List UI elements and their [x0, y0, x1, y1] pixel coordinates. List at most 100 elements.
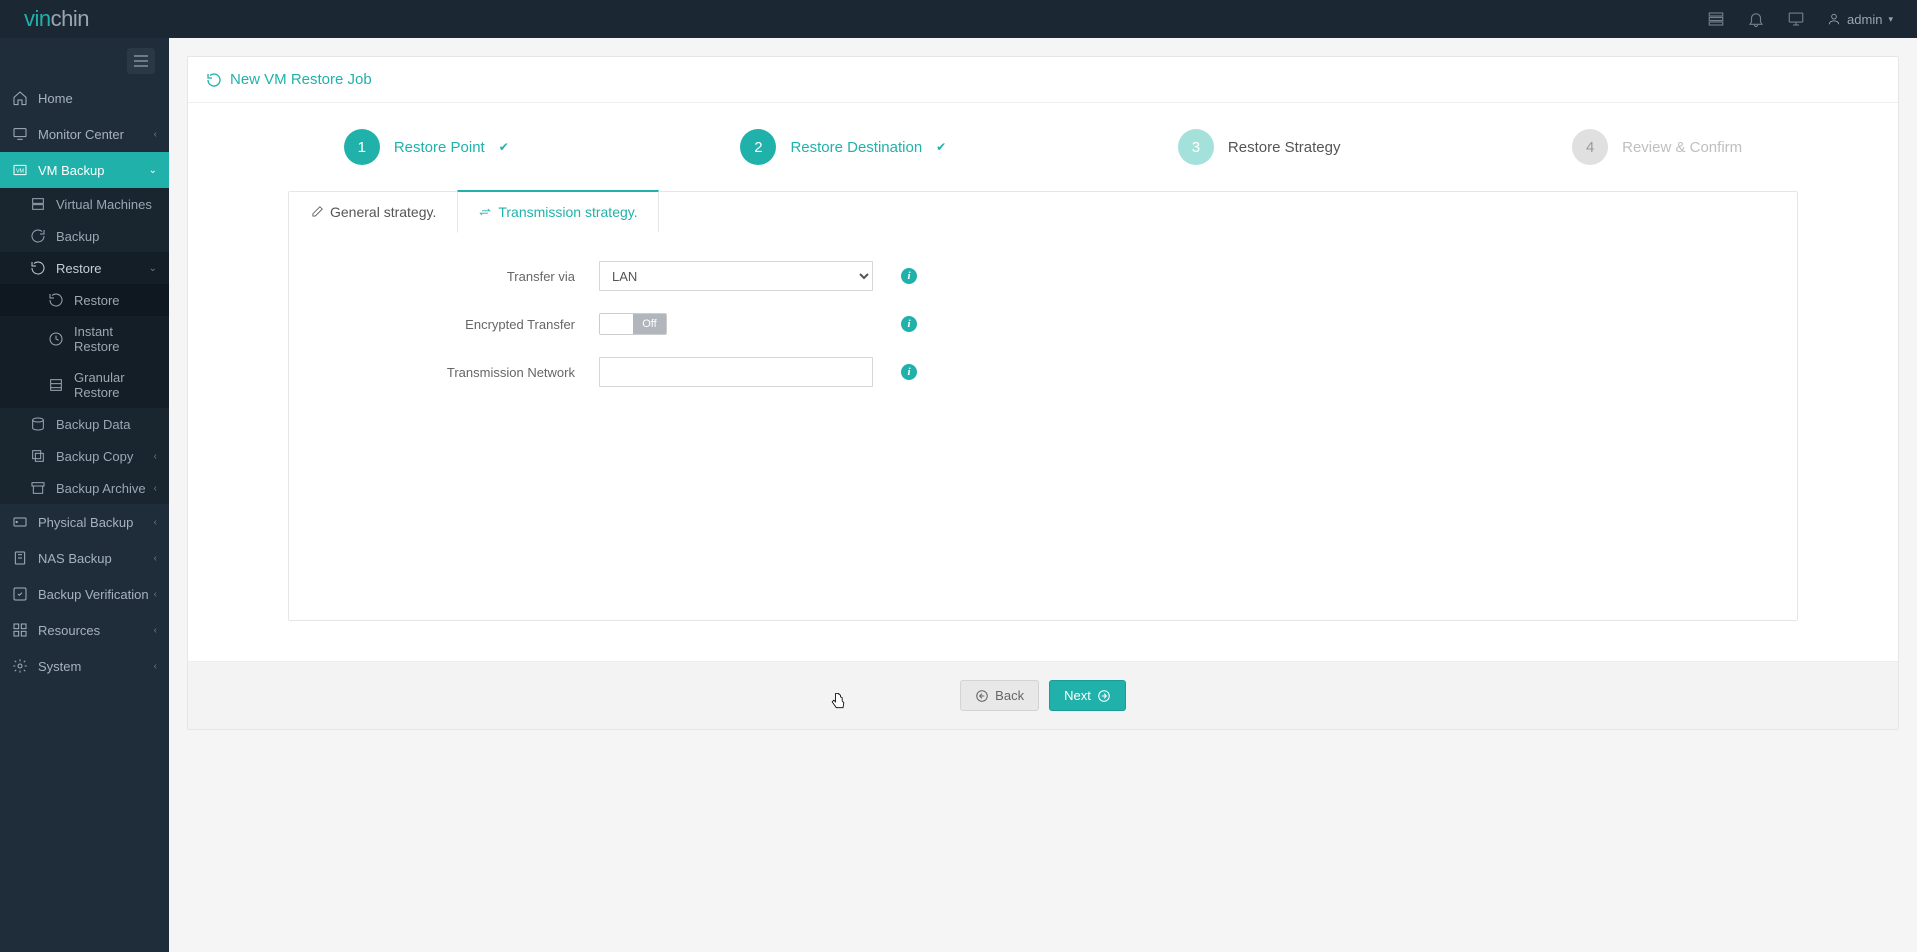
strategy-tabs: General strategy. Transmission strategy. [289, 191, 1797, 235]
input-transmission-network[interactable] [599, 357, 873, 387]
swap-icon [478, 205, 492, 219]
restore-panel: New VM Restore Job 1 Restore Point ✔ 2 R… [187, 56, 1899, 730]
brand-pre: vin [24, 6, 51, 31]
nav-monitor-label: Monitor Center [38, 127, 124, 142]
display-icon[interactable] [1787, 10, 1805, 28]
list-icon[interactable] [1707, 10, 1725, 28]
next-button-label: Next [1064, 688, 1091, 703]
nav-backup-verification[interactable]: Backup Verification ‹ [0, 576, 169, 612]
nav-restore-item[interactable]: Restore [0, 284, 169, 316]
chevron-left-icon: ‹ [154, 661, 157, 672]
step-3-number: 3 [1178, 129, 1214, 165]
nas-icon [12, 550, 28, 566]
top-bar: vinchin admin ▾ [0, 0, 1917, 38]
tab-general-strategy[interactable]: General strategy. [289, 190, 457, 233]
granular-icon [48, 377, 64, 393]
nav-physical-backup[interactable]: Physical Backup ‹ [0, 504, 169, 540]
step-review-confirm[interactable]: 4 Review & Confirm [1572, 129, 1742, 165]
nav-vm-backup[interactable]: VM VM Backup ⌄ [0, 152, 169, 188]
label-transmission-network: Transmission Network [329, 365, 599, 380]
info-icon[interactable]: i [901, 268, 917, 284]
arrow-left-circle-icon [975, 689, 989, 703]
main-area: New VM Restore Job 1 Restore Point ✔ 2 R… [169, 0, 1917, 952]
tab-transmission-strategy[interactable]: Transmission strategy. [457, 190, 658, 233]
step-4-number: 4 [1572, 129, 1608, 165]
chevron-left-icon: ‹ [154, 451, 157, 462]
nav-nas-backup-label: NAS Backup [38, 551, 112, 566]
info-icon[interactable]: i [901, 364, 917, 380]
nav-granular-restore-label: Granular Restore [74, 370, 157, 400]
toggle-encrypted-transfer[interactable]: Off [599, 313, 667, 335]
wizard-steps: 1 Restore Point ✔ 2 Restore Destination … [188, 103, 1898, 191]
user-name: admin [1847, 12, 1882, 27]
data-icon [30, 416, 46, 432]
nav-nas-backup[interactable]: NAS Backup ‹ [0, 540, 169, 576]
sidebar-toggle-button[interactable] [127, 48, 155, 74]
back-button-label: Back [995, 688, 1024, 703]
sidebar: Home Monitor Center ‹ VM VM Backup ⌄ Vir… [0, 38, 169, 952]
nav-backup-archive[interactable]: Backup Archive ‹ [0, 472, 169, 504]
bell-icon[interactable] [1747, 10, 1765, 28]
tab-general-label: General strategy. [330, 204, 436, 220]
step-1-label: Restore Point [394, 139, 485, 156]
chevron-down-icon: ⌄ [149, 165, 157, 176]
brand-post: chin [51, 6, 89, 31]
check-icon: ✔ [499, 140, 509, 154]
tab-transmission-label: Transmission strategy. [498, 204, 637, 220]
nav-backup[interactable]: Backup [0, 220, 169, 252]
label-encrypted-transfer: Encrypted Transfer [329, 317, 599, 332]
chevron-left-icon: ‹ [154, 625, 157, 636]
user-menu[interactable]: admin ▾ [1827, 12, 1893, 27]
nav-restore[interactable]: Restore ⌄ [0, 252, 169, 284]
home-icon [12, 90, 28, 106]
chevron-left-icon: ‹ [154, 553, 157, 564]
nav-backup-copy[interactable]: Backup Copy ‹ [0, 440, 169, 472]
nav-virtual-machines-label: Virtual Machines [56, 197, 152, 212]
svg-text:VM: VM [16, 169, 24, 175]
next-button[interactable]: Next [1049, 680, 1126, 711]
backup-icon [30, 228, 46, 244]
nav-monitor[interactable]: Monitor Center ‹ [0, 116, 169, 152]
chevron-left-icon: ‹ [154, 483, 157, 494]
nav-granular-restore[interactable]: Granular Restore [0, 362, 169, 408]
panel-header: New VM Restore Job [188, 57, 1898, 103]
nav-backup-data[interactable]: Backup Data [0, 408, 169, 440]
step-2-number: 2 [740, 129, 776, 165]
nav-backup-copy-label: Backup Copy [56, 449, 133, 464]
step-1-number: 1 [344, 129, 380, 165]
monitor-icon [12, 126, 28, 142]
nav-backup-label: Backup [56, 229, 99, 244]
step-restore-point[interactable]: 1 Restore Point ✔ [344, 129, 509, 165]
step-restore-strategy[interactable]: 3 Restore Strategy [1178, 129, 1341, 165]
chevron-left-icon: ‹ [154, 129, 157, 140]
toggle-knob [600, 314, 633, 334]
step-restore-destination[interactable]: 2 Restore Destination ✔ [740, 129, 946, 165]
nav-instant-restore[interactable]: Instant Restore [0, 316, 169, 362]
info-icon[interactable]: i [901, 316, 917, 332]
row-encrypted-transfer: Encrypted Transfer Off i [329, 313, 1757, 335]
strategy-tab-area: General strategy. Transmission strategy.… [288, 191, 1798, 621]
transmission-form: Transfer via LAN i Encrypted Transfer [289, 235, 1797, 419]
nav-backup-archive-label: Backup Archive [56, 481, 146, 496]
nav-physical-backup-label: Physical Backup [38, 515, 133, 530]
select-transfer-via[interactable]: LAN [599, 261, 873, 291]
brand-logo: vinchin [24, 6, 89, 32]
verify-icon [12, 586, 28, 602]
arrow-right-circle-icon [1097, 689, 1111, 703]
nav-resources-label: Resources [38, 623, 100, 638]
nav-home[interactable]: Home [0, 80, 169, 116]
step-4-label: Review & Confirm [1622, 139, 1742, 156]
nav-system[interactable]: System ‹ [0, 648, 169, 684]
nav-restore-item-label: Restore [74, 293, 120, 308]
restore-header-icon [206, 72, 222, 88]
sidebar-toggle-wrap [0, 38, 169, 80]
nav-resources[interactable]: Resources ‹ [0, 612, 169, 648]
chevron-down-icon: ▾ [1888, 14, 1893, 25]
nav-home-label: Home [38, 91, 73, 106]
chevron-down-icon: ⌄ [149, 263, 157, 274]
panel-title: New VM Restore Job [230, 71, 372, 88]
back-button[interactable]: Back [960, 680, 1039, 711]
instant-icon [48, 331, 64, 347]
nav-virtual-machines[interactable]: Virtual Machines [0, 188, 169, 220]
archive-icon [30, 480, 46, 496]
